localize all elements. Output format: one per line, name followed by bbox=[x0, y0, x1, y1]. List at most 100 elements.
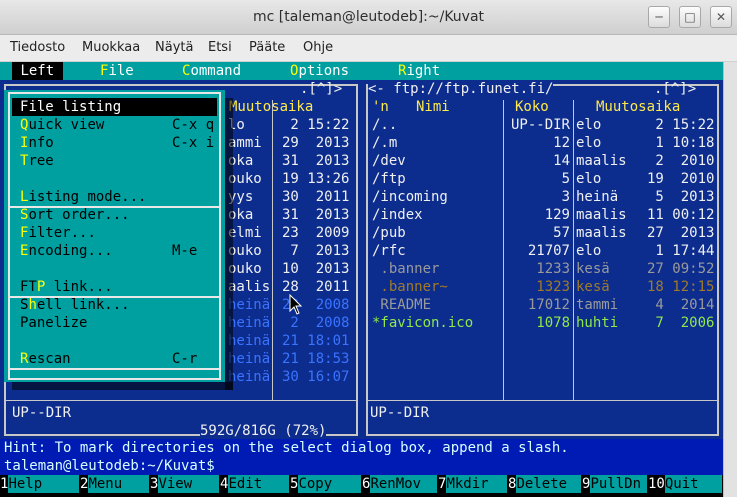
menu-nayta[interactable]: Näytä bbox=[155, 40, 193, 55]
table-row[interactable]: /pub 57 maalis 27 2013 bbox=[362, 224, 718, 242]
menu-ohje[interactable]: Ohje bbox=[303, 40, 333, 55]
dropdown-item[interactable]: Panelize bbox=[20, 314, 87, 332]
left-row-time: 23 2009 bbox=[282, 225, 350, 241]
table-row[interactable]: .banner~ 1323 kesä 18 12:15 bbox=[362, 278, 718, 296]
function-key-1[interactable]: 1Help bbox=[0, 475, 80, 493]
left-status-divider bbox=[6, 400, 356, 401]
minimize-button[interactable]: ─ bbox=[648, 6, 670, 28]
table-row[interactable]: /rfc 21707 elo 1 17:44 bbox=[362, 242, 718, 260]
left-status: UP--DIR bbox=[12, 405, 72, 421]
dropdown-item[interactable]: Rescan bbox=[20, 350, 71, 368]
right-row-size: 1323 bbox=[536, 279, 570, 295]
function-key-2[interactable]: 2Menu bbox=[80, 475, 150, 493]
function-key-10[interactable]: 10Quit bbox=[648, 475, 723, 493]
function-key-number: 10 bbox=[648, 476, 665, 492]
left-row-time: 21 18:01 bbox=[282, 333, 350, 349]
dropdown-item[interactable]: Shell link... bbox=[20, 296, 130, 314]
table-row[interactable]: /incoming 3 heinä 5 2013 bbox=[362, 188, 718, 206]
dropdown-item-label: Panelize bbox=[20, 315, 88, 331]
table-row[interactable]: *favicon.ico 1078 huhti 7 2006 bbox=[362, 314, 718, 332]
dropdown-item-label: ile listing bbox=[28, 99, 122, 115]
function-key-label: Copy bbox=[298, 475, 362, 493]
terminal-menubar: Tiedosto Muokkaa Näytä Etsi Pääte Ohje bbox=[0, 35, 737, 62]
dropdown-item-label: ilter... bbox=[28, 225, 96, 241]
right-header-size[interactable]: Koko bbox=[515, 98, 549, 116]
function-key-number: 8 bbox=[508, 476, 517, 492]
mc-menu-file[interactable]: File bbox=[100, 62, 134, 80]
function-key-9[interactable]: 9PullDn bbox=[582, 475, 648, 493]
dropdown-item[interactable]: Sort order... bbox=[20, 206, 130, 224]
function-key-6[interactable]: 6RenMov bbox=[362, 475, 438, 493]
dropdown-item[interactable]: Info bbox=[20, 134, 54, 152]
dropdown-item[interactable]: File listing bbox=[20, 98, 121, 116]
dropdown-item[interactable]: Quick view bbox=[20, 116, 104, 134]
left-row-month: ouko bbox=[228, 171, 262, 187]
right-row-time: 4 2014 bbox=[647, 297, 715, 313]
right-row-name: /rfc bbox=[372, 243, 406, 259]
right-panel-corner[interactable]: .[^]> bbox=[654, 80, 696, 98]
right-row-month: elo bbox=[576, 243, 602, 259]
function-key-7[interactable]: 7Mkdir bbox=[438, 475, 508, 493]
left-panel-corner[interactable]: .[^]> bbox=[300, 80, 342, 98]
dropdown-item[interactable]: Listing mode... bbox=[20, 188, 146, 206]
left-row-month: heinä bbox=[228, 369, 271, 385]
table-row[interactable]: /.. UP--DIR elo 2 15:22 bbox=[362, 116, 718, 134]
right-row-month: huhti bbox=[576, 315, 619, 331]
command-line[interactable]: taleman@leutodeb:~/Kuvat$ bbox=[0, 457, 723, 475]
right-row-time: 27 09:52 bbox=[647, 261, 715, 277]
dropdown-item[interactable]: Filter... bbox=[20, 224, 96, 242]
right-row-name: .banner~ bbox=[372, 279, 448, 295]
menu-tiedosto[interactable]: Tiedosto bbox=[10, 40, 65, 55]
right-row-month: maalis bbox=[576, 207, 627, 223]
mc-menu-right[interactable]: Right bbox=[398, 62, 440, 80]
right-row-time: 1 17:44 bbox=[647, 243, 715, 259]
right-row-size: 21707 bbox=[527, 243, 570, 259]
menu-muokkaa[interactable]: Muokkaa bbox=[82, 40, 140, 55]
table-row[interactable]: /ftp 5 elo 19 2010 bbox=[362, 170, 718, 188]
function-key-3[interactable]: 3View bbox=[150, 475, 220, 493]
right-panel-path[interactable]: <- ftp://ftp.funet.fi/ bbox=[368, 80, 554, 98]
right-header-time[interactable]: Muutosaika bbox=[596, 98, 680, 116]
mc-menu-options-label: ptions bbox=[298, 63, 350, 79]
function-key-8[interactable]: 8Delete bbox=[508, 475, 582, 493]
dropdown-shadow-bottom bbox=[12, 382, 233, 390]
right-row-name: /dev bbox=[372, 153, 406, 169]
terminal-scrollbar[interactable] bbox=[723, 62, 737, 497]
function-key-label: RenMov bbox=[370, 475, 438, 493]
function-key-4[interactable]: 4Edit bbox=[220, 475, 290, 493]
menu-paate[interactable]: Pääte bbox=[249, 40, 285, 55]
left-row-time: 10 2013 bbox=[282, 261, 350, 277]
table-row[interactable]: .banner 1233 kesä 27 09:52 bbox=[362, 260, 718, 278]
right-row-time: 5 2013 bbox=[647, 189, 715, 205]
function-key-label: Mkdir bbox=[446, 475, 508, 493]
table-row[interactable]: /.m 12 elo 1 10:18 bbox=[362, 134, 718, 152]
dropdown-item[interactable]: FTP link... bbox=[20, 278, 113, 296]
right-row-name: README bbox=[372, 297, 432, 313]
dropdown-item[interactable]: Tree bbox=[20, 152, 54, 170]
function-key-label: View bbox=[158, 475, 220, 493]
menu-etsi[interactable]: Etsi bbox=[208, 40, 232, 55]
table-row[interactable]: README 17012 tammi 4 2014 bbox=[362, 296, 718, 314]
mc-menu-command[interactable]: Command bbox=[182, 62, 241, 80]
maximize-button[interactable]: □ bbox=[679, 6, 701, 28]
function-key-5[interactable]: 5Copy bbox=[290, 475, 362, 493]
dropdown-item-label: ort order... bbox=[28, 207, 130, 223]
mc-menu-left[interactable]: Left bbox=[12, 62, 63, 80]
dropdown-item[interactable]: Encoding... bbox=[20, 242, 113, 260]
mc-menu-options[interactable]: Options bbox=[290, 62, 349, 80]
left-row-month: ouko bbox=[228, 243, 262, 259]
right-row-time: 18 12:15 bbox=[647, 279, 715, 295]
table-row[interactable]: /index 129 maalis 11 00:12 bbox=[362, 206, 718, 224]
left-row-time: 31 2013 bbox=[282, 153, 350, 169]
right-header-name[interactable]: Nimi bbox=[416, 98, 450, 116]
right-row-month: heinä bbox=[576, 189, 619, 205]
right-panel[interactable]: <- ftp://ftp.funet.fi/ .[^]> 'n Nimi Kok… bbox=[362, 80, 723, 439]
right-header-sort[interactable]: 'n bbox=[372, 98, 389, 116]
left-free-space: 592G/816G (72%) bbox=[200, 422, 327, 440]
right-row-month: elo bbox=[576, 135, 602, 151]
left-row-month: heinä bbox=[228, 333, 271, 349]
right-row-size: UP--DIR bbox=[510, 117, 570, 133]
close-button[interactable]: ✕ bbox=[710, 6, 732, 28]
right-row-name: /.m bbox=[372, 135, 398, 151]
table-row[interactable]: /dev 14 maalis 2 2010 bbox=[362, 152, 718, 170]
